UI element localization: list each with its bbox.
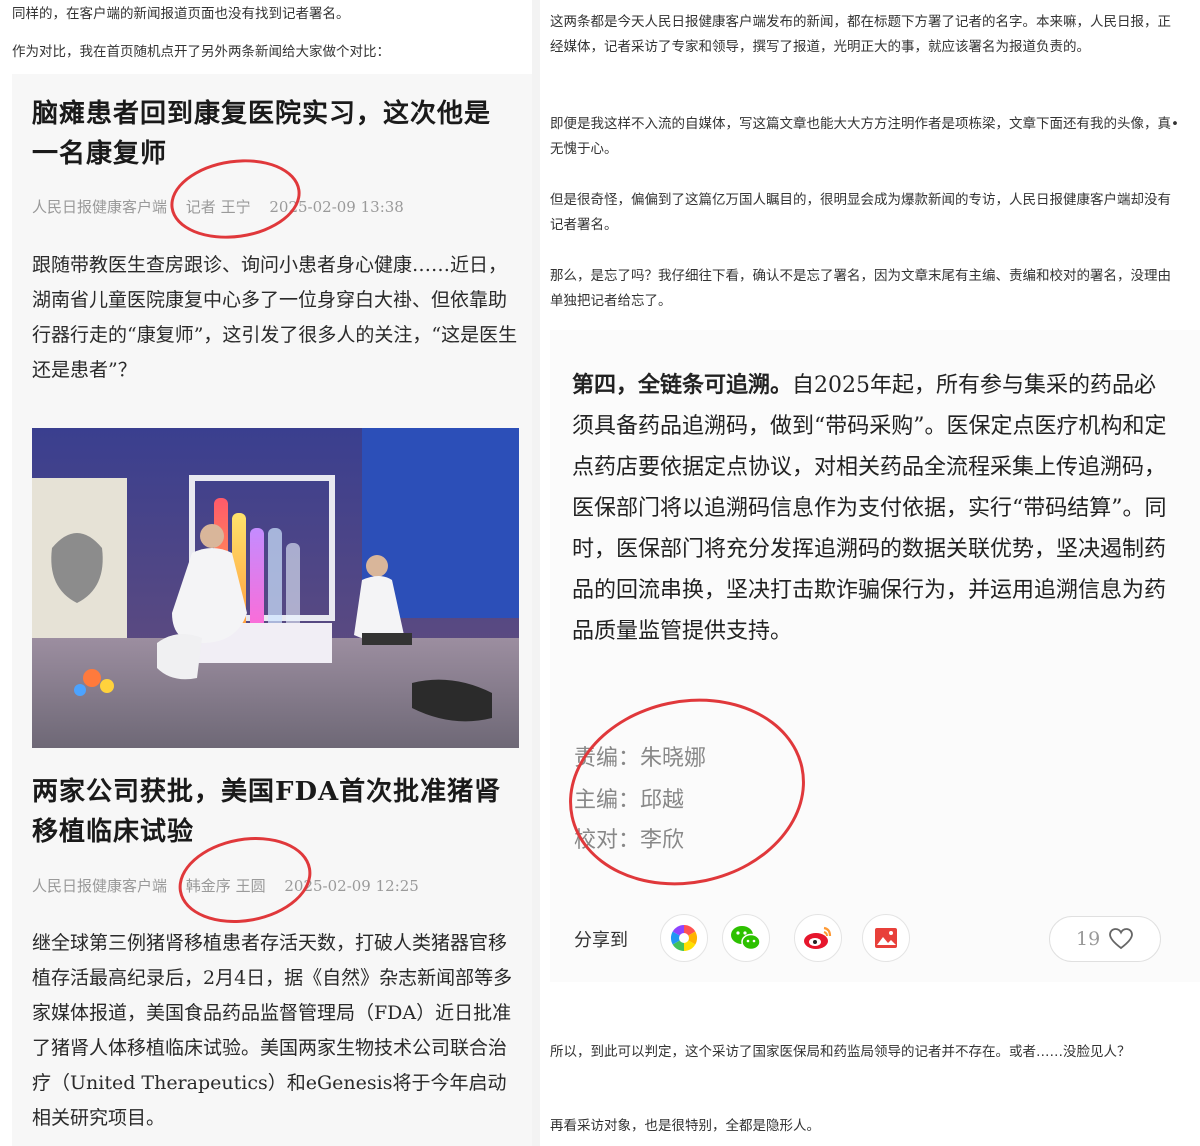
share-label: 分享到: [574, 930, 628, 951]
article2-source: 人民日报健康客户端: [32, 877, 168, 895]
credit-proofreader: 校对：李欣: [574, 828, 685, 853]
share-moments-button[interactable]: [660, 914, 708, 962]
article2-meta: 人民日报健康客户端 韩金序 王圆 2025-02-09 12:25: [32, 875, 433, 896]
article-excerpt: 第四，全链条可追溯。自2025年起，所有参与集采的药品必须具备药品追溯码，做到“…: [572, 365, 1172, 652]
article2-date: 2025-02-09 12:25: [284, 877, 419, 895]
intro-line-2: 作为对比，我在首页随机点开了另外两条新闻给大家做个对比：: [12, 44, 390, 60]
share-weibo-button[interactable]: [794, 914, 842, 962]
intro-line-1: 同样的，在客户端的新闻报道页面也没有找到记者署名。: [12, 6, 350, 22]
left-screenshot: 同样的，在客户端的新闻报道页面也没有找到记者署名。 作为对比，我在首页随机点开了…: [0, 0, 532, 1146]
image-icon: [875, 928, 897, 948]
right-paragraph-2: 即便是我这样不入流的自媒体，写这篇文章也能大大方方注明作者是项栋梁，文章下面还有…: [550, 116, 1179, 157]
article1-title[interactable]: 脑瘫患者回到康复医院实习，这次他是一名康复师: [32, 94, 512, 174]
conclusion-1: 所以，到此可以判定，这个采访了国家医保局和药监局领导的记者并不存在。或者……没脸…: [550, 1044, 1131, 1060]
article1-date: 2025-02-09 13:38: [269, 198, 404, 216]
share-wechat-button[interactable]: [722, 914, 770, 962]
article2-title[interactable]: 两家公司获批，美国FDA首次批准猪肾移植临床试验: [32, 772, 512, 852]
article1-meta: 人民日报健康客户端 记者 王宁 2025-02-09 13:38: [32, 196, 418, 217]
like-button[interactable]: 19: [1049, 916, 1161, 962]
article1-author: 记者 王宁: [185, 198, 251, 216]
credit-editor: 责编：朱晓娜: [574, 746, 707, 771]
article2-body: 继全球第三例猪肾移植患者存活天数，打破人类猪器官移植存活最高纪录后，2月4日，据…: [32, 932, 513, 1129]
article-body: 自2025年起，所有参与集采的药品必须具备药品追溯码，做到“带码采购”。医保定点…: [572, 373, 1167, 644]
article2-author: 韩金序 王圆: [185, 877, 266, 895]
article-photo: [32, 428, 519, 748]
wechat-icon: [731, 926, 761, 951]
right-paragraph-3: 但是很奇怪，偏偏到了这篇亿万国人瞩目的，很明显会成为爆款新闻的专访，人民日报健康…: [550, 192, 1171, 233]
moments-icon: [670, 924, 698, 952]
weibo-icon: [804, 926, 832, 949]
conclusion-2: 再看采访对象，也是很特别，全都是隐形人。: [550, 1118, 820, 1134]
credit-chief-editor: 主编：邱越: [574, 788, 685, 813]
article1-source: 人民日报健康客户端: [32, 198, 168, 216]
share-image-button[interactable]: [862, 914, 910, 962]
heart-icon: [1109, 928, 1133, 950]
right-paragraph-4: 那么，是忘了吗？我仔细往下看，确认不是忘了署名，因为文章末尾有主编、责编和校对的…: [550, 268, 1171, 309]
article1-body: 跟随带教医生查房跟诊、询问小患者身心健康……近日，湖南省儿童医院康复中心多了一位…: [32, 254, 518, 381]
therapy-room-photo: [32, 428, 519, 748]
column-divider: [532, 0, 540, 1146]
like-count: 19: [1076, 928, 1101, 950]
article-lead: 第四，全链条可追溯。: [572, 372, 793, 398]
right-paragraph-1: 这两条都是今天人民日报健康客户端发布的新闻，都在标题下方署了记者的名字。本来嘛，…: [550, 14, 1171, 55]
